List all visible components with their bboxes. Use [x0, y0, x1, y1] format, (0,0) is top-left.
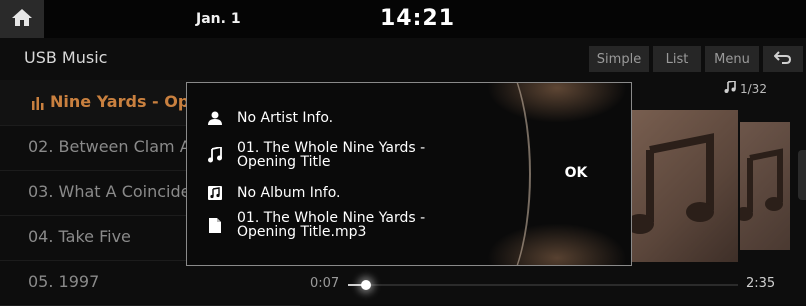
equalizer-icon	[32, 95, 44, 114]
music-note-icon	[205, 145, 225, 165]
file-row: 01. The Whole Nine Yards - Opening Title…	[205, 211, 457, 239]
ok-button[interactable]: OK	[531, 155, 621, 191]
track-counter: 1/32	[724, 80, 767, 96]
title-row: 01. The Whole Nine Yards - Opening Title	[205, 141, 457, 169]
album-icon	[205, 183, 225, 203]
counter-label: 1/32	[740, 81, 767, 96]
track-label: 05. 1997	[28, 272, 100, 291]
music-note-icon	[724, 80, 736, 96]
album-row: No Album Info.	[205, 183, 457, 203]
page-title: USB Music	[24, 48, 108, 67]
list-button[interactable]: List	[653, 46, 701, 72]
simple-button[interactable]: Simple	[589, 46, 649, 72]
track-label: 03. What A Coincide	[28, 182, 191, 201]
date-label: Jan. 1	[196, 11, 241, 27]
file-label: 01. The Whole Nine Yards - Opening Title…	[237, 210, 426, 240]
total-time: 2:35	[746, 276, 776, 291]
back-button[interactable]	[763, 46, 803, 72]
person-icon	[205, 108, 225, 128]
title-label: 01. The Whole Nine Yards - Opening Title	[237, 140, 426, 170]
file-info-dialog: No Artist Info. 01. The Whole Nine Yards…	[186, 82, 632, 266]
album-cover[interactable]	[620, 110, 738, 262]
music-note-icon	[626, 133, 714, 234]
artist-row: No Artist Info.	[205, 108, 457, 128]
progress-knob[interactable]	[361, 280, 371, 290]
clock-label: 14:21	[380, 6, 456, 31]
music-screen: Jan. 1 14:21 USB Music Simple List Menu	[0, 0, 806, 306]
artist-label: No Artist Info.	[237, 110, 334, 126]
progress-track[interactable]	[348, 280, 738, 290]
header: USB Music Simple List Menu	[0, 42, 806, 76]
progress-bar: 0:07 2:35	[300, 272, 806, 302]
elapsed-time: 0:07	[310, 276, 340, 291]
status-bar: Jan. 1 14:21	[0, 0, 806, 38]
home-button[interactable]	[0, 0, 44, 38]
home-icon	[11, 7, 33, 31]
music-note-icon	[740, 148, 783, 221]
file-icon	[205, 215, 225, 235]
list-item[interactable]: 05. 1997	[0, 260, 300, 306]
track-label: 04. Take Five	[28, 227, 131, 246]
back-icon	[773, 50, 792, 68]
side-panel-handle[interactable]	[798, 150, 806, 200]
track-label: 02. Between Clam A	[28, 137, 191, 156]
track-label: Nine Yards - Ope	[50, 92, 201, 111]
next-album-cover[interactable]	[740, 122, 790, 250]
menu-button[interactable]: Menu	[705, 46, 759, 72]
album-label: No Album Info.	[237, 185, 341, 201]
